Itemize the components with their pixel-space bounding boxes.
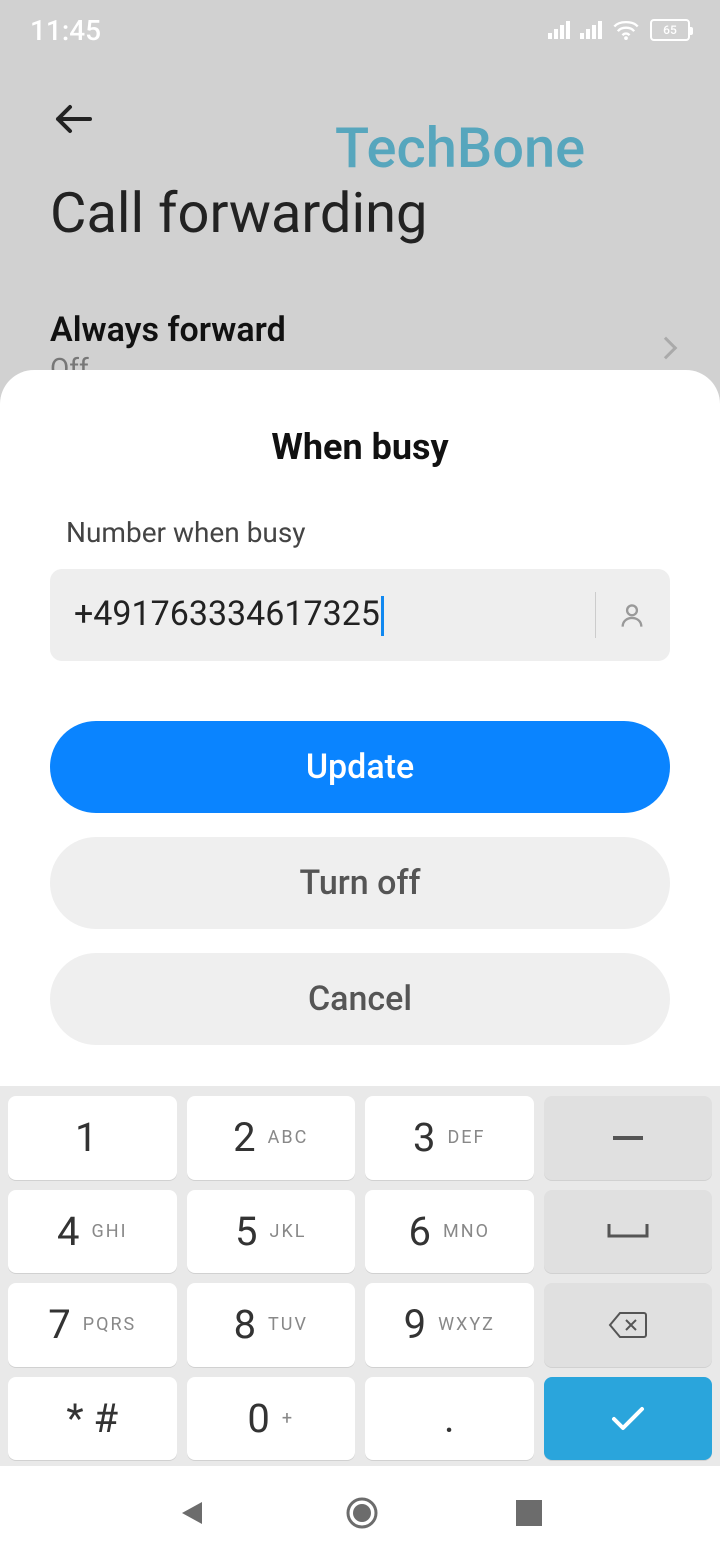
key-space[interactable] (544, 1190, 713, 1274)
keypad: 1 2ABC 3DEF 4GHI 5JKL 6MNO 7PQRS 8TUV 9W… (0, 1086, 720, 1466)
status-bar: 11:45 65 (0, 0, 720, 60)
always-forward-label: Always forward (50, 310, 286, 350)
check-icon (608, 1403, 648, 1433)
field-separator (595, 592, 596, 638)
key-5[interactable]: 5JKL (187, 1190, 356, 1274)
phone-input-wrap[interactable]: +491763334617325 (50, 569, 670, 661)
status-indicators: 65 (548, 19, 690, 41)
key-0[interactable]: 0+ (187, 1377, 356, 1461)
backspace-icon (608, 1311, 648, 1339)
key-enter[interactable] (544, 1377, 713, 1461)
signal-icon-2 (580, 21, 602, 39)
key-3[interactable]: 3DEF (365, 1096, 534, 1180)
system-navbar (0, 1466, 720, 1560)
key-7[interactable]: 7PQRS (8, 1283, 177, 1367)
cancel-button[interactable]: Cancel (50, 953, 670, 1045)
key-1[interactable]: 1 (8, 1096, 177, 1180)
key-dot[interactable]: . (365, 1377, 534, 1461)
signal-icon-1 (548, 21, 570, 39)
key-8[interactable]: 8TUV (187, 1283, 356, 1367)
phone-input-value: +491763334617325 (74, 594, 380, 634)
key-backspace[interactable] (544, 1283, 713, 1367)
nav-back-icon[interactable] (178, 1498, 208, 1528)
contact-icon[interactable] (618, 601, 646, 629)
battery-icon: 65 (650, 19, 690, 41)
key-6[interactable]: 6MNO (365, 1190, 534, 1274)
back-button[interactable] (50, 95, 98, 147)
key-starhash[interactable]: * # (8, 1377, 177, 1461)
nav-home-icon[interactable] (345, 1496, 379, 1530)
chevron-right-icon (655, 336, 678, 359)
back-arrow-icon (50, 95, 98, 143)
key-9[interactable]: 9WXYZ (365, 1283, 534, 1367)
key-2[interactable]: 2ABC (187, 1096, 356, 1180)
space-icon (607, 1222, 649, 1240)
key-dash[interactable] (544, 1096, 713, 1180)
wifi-icon (612, 19, 640, 41)
watermark: TechBone (335, 115, 585, 181)
page-title: Call forwarding (50, 180, 427, 246)
field-label: Number when busy (66, 516, 670, 549)
text-caret (381, 596, 384, 636)
update-button[interactable]: Update (50, 721, 670, 813)
dialog-title: When busy (50, 426, 670, 468)
dash-icon (613, 1135, 643, 1141)
nav-recents-icon[interactable] (516, 1500, 542, 1526)
status-time: 11:45 (30, 14, 101, 47)
phone-input[interactable]: +491763334617325 (74, 594, 573, 636)
key-4[interactable]: 4GHI (8, 1190, 177, 1274)
turn-off-button[interactable]: Turn off (50, 837, 670, 929)
